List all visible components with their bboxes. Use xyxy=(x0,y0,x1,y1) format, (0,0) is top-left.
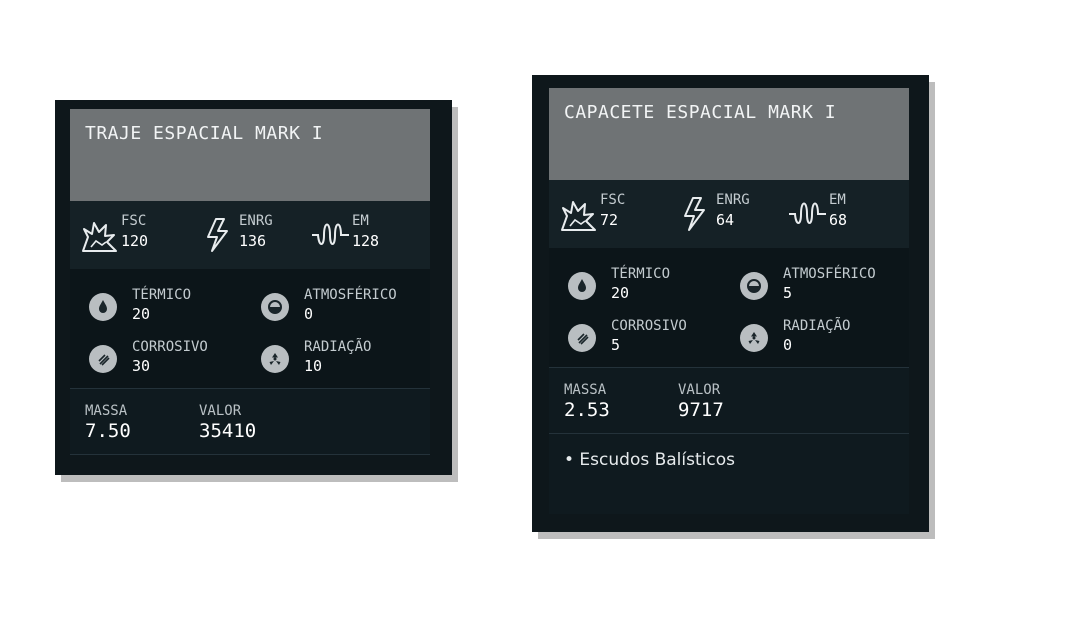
corrosive-icon xyxy=(89,345,117,373)
mass-value: 7.50 xyxy=(85,420,131,442)
wave-icon xyxy=(312,223,349,245)
radiation-icon xyxy=(740,324,768,352)
drop-icon xyxy=(568,272,596,300)
corrosive-resistance: CORROSIVO 30 xyxy=(89,339,249,379)
atmosphere-icon xyxy=(261,293,289,321)
value-amount: 9717 xyxy=(678,399,724,421)
thermal-value: 20 xyxy=(132,305,151,323)
em-value: 68 xyxy=(829,211,848,229)
explosion-icon xyxy=(82,222,117,252)
perk-ballistic-shields: • Escudos Balísticos xyxy=(564,450,735,470)
resistances-panel: TÉRMICO 20 ATMOSFÉRICO 0 CORROSIVO 30 RA… xyxy=(70,269,430,389)
energy-label: ENRG xyxy=(239,213,273,229)
corrosive-value: 5 xyxy=(611,336,621,354)
corrosive-icon xyxy=(568,324,596,352)
physical-label: FSC xyxy=(121,213,147,229)
lightning-icon xyxy=(207,218,228,252)
energy-value: 136 xyxy=(239,232,267,250)
atmospheric-label: ATMOSFÉRICO xyxy=(304,287,397,303)
thermal-resistance: TÉRMICO 20 xyxy=(89,287,249,327)
thermal-label: TÉRMICO xyxy=(611,266,671,282)
thermal-value: 20 xyxy=(611,284,630,302)
mass-stat: MASSA 2.53 xyxy=(564,382,610,421)
mass-value: 2.53 xyxy=(564,399,610,421)
item-title: CAPACETE ESPACIAL MARK I xyxy=(564,102,837,123)
mass-value-row: MASSA 2.53 VALOR 9717 xyxy=(549,368,909,434)
item-card-helmet: CAPACETE ESPACIAL MARK I FSC 72 ENRG 64 xyxy=(532,75,929,532)
mass-label: MASSA xyxy=(564,382,607,398)
atmosphere-icon xyxy=(740,272,768,300)
radiation-value: 10 xyxy=(304,357,323,375)
damage-resistance-row: FSC 72 ENRG 64 EM 68 xyxy=(549,180,909,248)
physical-value: 120 xyxy=(121,232,149,250)
corrosive-label: CORROSIVO xyxy=(132,339,208,355)
item-title: TRAJE ESPACIAL MARK I xyxy=(85,123,324,144)
radiation-value: 0 xyxy=(783,336,793,354)
item-card-suit: TRAJE ESPACIAL MARK I FSC 120 ENRG 136 E… xyxy=(55,100,452,475)
radiation-label: RADIAÇÃO xyxy=(304,339,372,355)
atmospheric-resistance: ATMOSFÉRICO 5 xyxy=(740,266,900,306)
radiation-resistance: RADIAÇÃO 0 xyxy=(740,318,900,358)
em-label: EM xyxy=(352,213,369,229)
em-value: 128 xyxy=(352,232,380,250)
em-label: EM xyxy=(829,192,846,208)
value-amount: 35410 xyxy=(199,420,257,442)
damage-resistance-row: FSC 120 ENRG 136 EM 128 xyxy=(70,201,430,269)
energy-label: ENRG xyxy=(716,192,750,208)
lightning-icon xyxy=(684,197,705,231)
explosion-icon xyxy=(561,201,596,231)
wave-icon xyxy=(789,202,826,224)
atmospheric-resistance: ATMOSFÉRICO 0 xyxy=(261,287,421,327)
item-title-box: CAPACETE ESPACIAL MARK I xyxy=(549,88,909,180)
radiation-label: RADIAÇÃO xyxy=(783,318,851,334)
mass-label: MASSA xyxy=(85,403,128,419)
item-card-body: CAPACETE ESPACIAL MARK I FSC 72 ENRG 64 xyxy=(549,88,909,514)
atmospheric-value: 0 xyxy=(304,305,314,323)
value-label: VALOR xyxy=(199,403,242,419)
atmospheric-value: 5 xyxy=(783,284,793,302)
mass-stat: MASSA 7.50 xyxy=(85,403,131,442)
energy-value: 64 xyxy=(716,211,735,229)
value-stat: VALOR 35410 xyxy=(199,403,256,442)
radiation-icon xyxy=(261,345,289,373)
item-title-box: TRAJE ESPACIAL MARK I xyxy=(70,109,430,201)
radiation-resistance: RADIAÇÃO 10 xyxy=(261,339,421,379)
atmospheric-label: ATMOSFÉRICO xyxy=(783,266,876,282)
mass-value-row: MASSA 7.50 VALOR 35410 xyxy=(70,389,430,455)
value-label: VALOR xyxy=(678,382,721,398)
value-stat: VALOR 9717 xyxy=(678,382,724,421)
corrosive-value: 30 xyxy=(132,357,151,375)
thermal-label: TÉRMICO xyxy=(132,287,192,303)
physical-value: 72 xyxy=(600,211,619,229)
resistances-panel: TÉRMICO 20 ATMOSFÉRICO 5 CORROSIVO 5 RAD… xyxy=(549,248,909,368)
thermal-resistance: TÉRMICO 20 xyxy=(568,266,728,306)
physical-label: FSC xyxy=(600,192,626,208)
drop-icon xyxy=(89,293,117,321)
item-card-body: TRAJE ESPACIAL MARK I FSC 120 ENRG 136 E… xyxy=(70,109,430,455)
corrosive-label: CORROSIVO xyxy=(611,318,687,334)
corrosive-resistance: CORROSIVO 5 xyxy=(568,318,728,358)
